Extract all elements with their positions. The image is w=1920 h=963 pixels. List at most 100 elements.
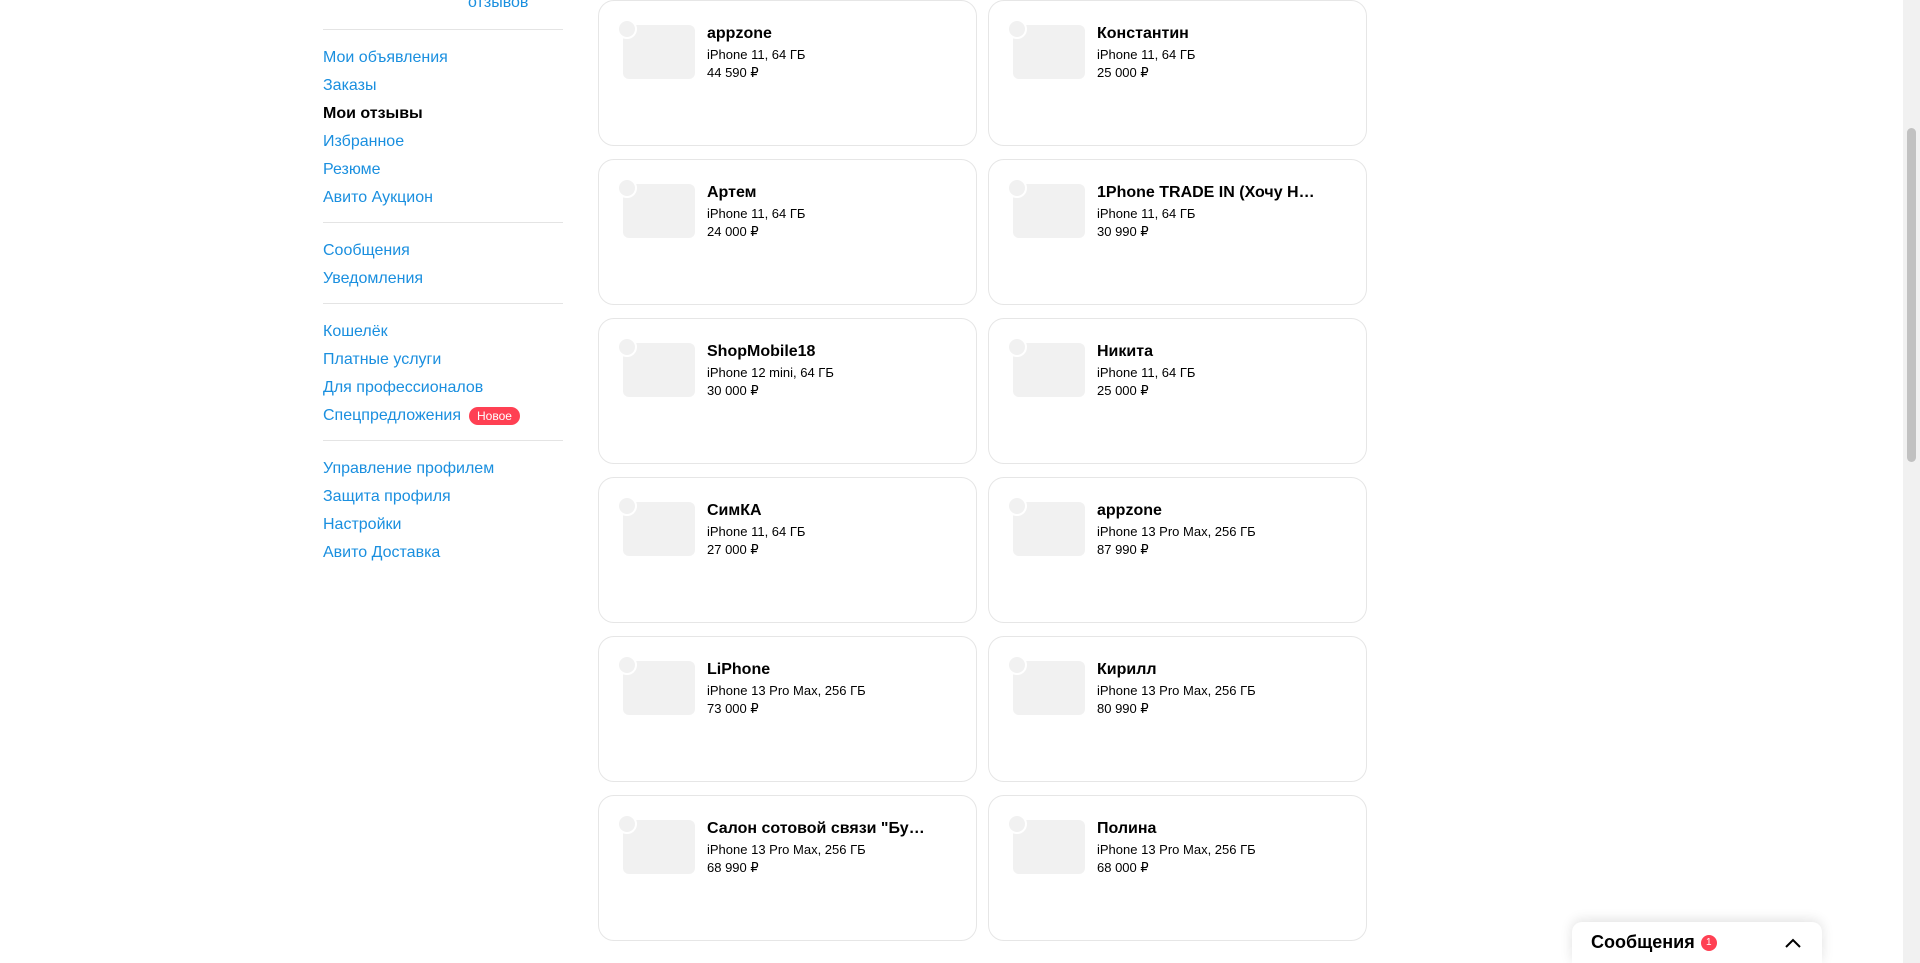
seller-name[interactable]: 1Phone TRADE IN (Хочу Ho… [1097,184,1317,202]
sidebar-item-label: Управление профилем [323,460,495,477]
seller-avatar [1007,655,1027,675]
seller-name[interactable]: appzone [707,25,927,43]
product-model: iPhone 11, 64 ГБ [707,206,806,221]
review-card[interactable]: Кирилл iPhone 13 Pro Max, 256 ГБ 80 990 ₽ [988,636,1367,782]
seller-name[interactable]: appzone [1097,502,1317,520]
sidebar-item[interactable]: Уведомления [323,265,563,293]
product-price: 30 000 ₽ [707,383,759,398]
review-card[interactable]: ShopMobile18 iPhone 12 mini, 64 ГБ 30 000 … [598,318,977,464]
sidebar-item-label: Избранное [323,133,405,150]
seller-avatar [1007,178,1027,198]
product-model: iPhone 13 Pro Max, 256 ГБ [707,683,866,698]
unread-count-badge: 1 [1700,934,1717,951]
sidebar-item[interactable]: Авито Аукцион [323,184,563,212]
sidebar-item-label: Защита профиля [323,488,451,505]
sidebar-item[interactable]: Заказы [323,72,563,100]
sidebar-item-label: Авито Доставка [323,544,441,561]
sidebar-item-label: Платные услуги [323,351,442,368]
review-card[interactable]: LiPhone iPhone 13 Pro Max, 256 ГБ 73 000 ₽ [598,636,977,782]
sidebar-item[interactable]: Мои отзывы [323,100,563,128]
seller-avatar [617,655,637,675]
sidebar-item[interactable]: Сообщения [323,237,563,265]
product-price: 73 000 ₽ [707,701,759,716]
sidebar-item[interactable]: Защита профиля [323,483,563,511]
product-price: 24 000 ₽ [707,224,759,239]
sidebar-item-label: Сообщения [323,242,410,259]
sidebar-item-label: Уведомления [323,270,424,287]
sidebar-item-label: Кошелёк [323,323,388,340]
sidebar-item[interactable]: Кошелёк [323,318,563,346]
review-card[interactable]: 1Phone TRADE IN (Хочу Ho… iPhone 11, 64 Г… [988,159,1367,305]
sidebar-item[interactable]: Для профессионалов [323,374,563,402]
review-card[interactable]: appzone iPhone 11, 64 ГБ 44 590 ₽ [598,0,977,146]
seller-name[interactable]: LiPhone [707,661,927,679]
seller-name[interactable]: Кирилл [1097,661,1317,679]
sidebar-item[interactable]: Спецпредложения Новое [323,402,563,430]
sidebar-item-label: Заказы [323,77,377,94]
seller-name[interactable]: СимКА [707,502,927,520]
seller-avatar [1007,496,1027,516]
product-model: iPhone 11, 64 ГБ [707,524,806,539]
seller-avatar [617,496,637,516]
seller-name[interactable]: Полина [1097,820,1317,838]
product-model: iPhone 13 Pro Max, 256 ГБ [1097,683,1256,698]
seller-avatar [1007,19,1027,39]
review-card[interactable]: Полина iPhone 13 Pro Max, 256 ГБ 68 000 ₽ [988,795,1367,941]
sidebar-item[interactable]: Управление профилем [323,455,563,483]
product-model: iPhone 13 Pro Max, 256 ГБ [707,842,866,857]
seller-name[interactable]: Никита [1097,343,1317,361]
sidebar-item-label: Мои отзывы [323,105,423,122]
review-card[interactable]: Никита iPhone 11, 64 ГБ 25 000 ₽ [988,318,1367,464]
seller-avatar [617,337,637,357]
seller-name[interactable]: Константин [1097,25,1317,43]
sidebar-item[interactable]: Настройки [323,511,563,539]
product-model: iPhone 11, 64 ГБ [1097,206,1196,221]
review-card[interactable]: СимКА iPhone 11, 64 ГБ 27 000 ₽ [598,477,977,623]
review-card[interactable]: Артем iPhone 11, 64 ГБ 24 000 ₽ [598,159,977,305]
product-model: iPhone 11, 64 ГБ [1097,365,1196,380]
seller-avatar [617,814,637,834]
seller-name[interactable]: ShopMobile18 [707,343,927,361]
sidebar-item[interactable]: Платные услуги [323,346,563,374]
seller-name[interactable]: Салон сотовой связи "Бу… [707,820,927,838]
sidebar-item-label: Резюме [323,161,381,178]
seller-avatar [617,19,637,39]
product-price: 80 990 ₽ [1097,701,1149,716]
product-price: 25 000 ₽ [1097,65,1149,80]
review-card[interactable]: Константин iPhone 11, 64 ГБ 25 000 ₽ [988,0,1367,146]
sidebar-item-label: Мои объявления [323,49,448,66]
product-model: iPhone 11, 64 ГБ [1097,47,1196,62]
sidebar-item[interactable]: Избранное [323,128,563,156]
seller-name[interactable]: Артем [707,184,927,202]
seller-avatar [617,178,637,198]
product-model: iPhone 11, 64 ГБ [707,47,806,62]
page-scrollbar[interactable] [1903,0,1920,963]
sidebar-group: Кошелёк Платные услуги Для профессионалов С… [323,303,563,440]
sidebar-item-label: Для профессионалов [323,379,484,396]
sidebar-item[interactable]: Резюме [323,156,563,184]
product-price: 68 000 ₽ [1097,860,1149,875]
review-card[interactable]: Салон сотовой связи "Бу… iPhone 13 Pro Ma… [598,795,977,941]
messenger-widget[interactable]: Сообщения 1 [1572,922,1822,963]
sidebar-item[interactable]: Мои объявления [323,44,563,72]
sidebar-item[interactable]: Авито Доставка [323,539,563,567]
scrollbar-thumb[interactable] [1907,128,1916,462]
product-price: 30 990 ₽ [1097,224,1149,239]
review-card[interactable]: appzone iPhone 13 Pro Max, 256 ГБ 87 990 ₽ [988,477,1367,623]
product-model: iPhone 13 Pro Max, 256 ГБ [1097,524,1256,539]
sidebar-group: Мои объявления Заказы Мои отзывы Избранное Р… [323,29,563,222]
sidebar-rating-fragment: отзывов [323,0,563,28]
sidebar-group: Управление профилем Защита профиля Настрой… [323,440,563,577]
product-price: 25 000 ₽ [1097,383,1149,398]
new-badge: Новое [469,407,520,425]
product-model: iPhone 13 Pro Max, 256 ГБ [1097,842,1256,857]
seller-avatar [1007,337,1027,357]
chevron-up-icon[interactable] [1783,933,1803,953]
product-model: iPhone 12 mini, 64 ГБ [707,365,834,380]
sidebar-group: Сообщения Уведомления [323,222,563,303]
product-price: 27 000 ₽ [707,542,759,557]
seller-avatar [1007,814,1027,834]
messenger-title: Сообщения [1591,932,1695,952]
sidebar-item-label: Настройки [323,516,402,533]
reviews-count-link[interactable]: отзывов [468,0,528,12]
